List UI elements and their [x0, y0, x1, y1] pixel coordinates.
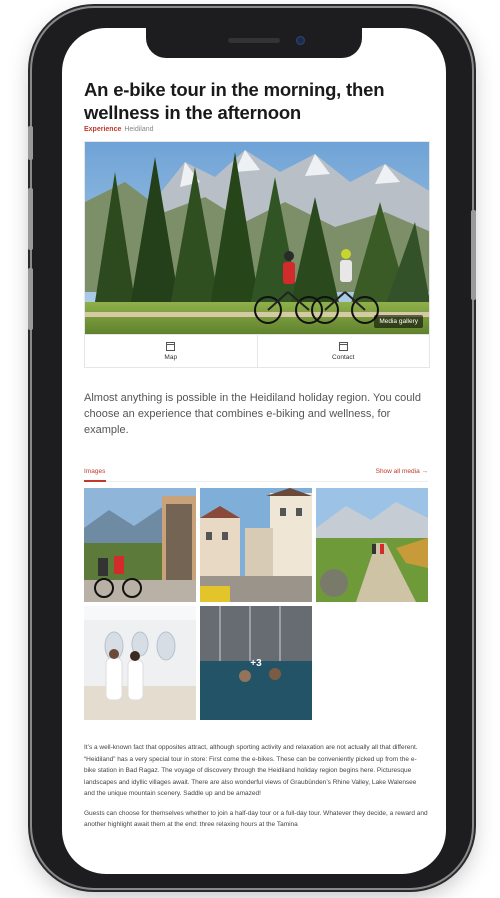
media-tabs: Images Show all media → [84, 468, 428, 482]
volume-down-button [28, 268, 33, 330]
article-content: An e-bike tour in the morning, then well… [84, 78, 434, 831]
notch [146, 28, 362, 58]
breadcrumb: Experience Heidiland [84, 126, 434, 133]
speaker-grille [228, 38, 280, 43]
gallery-image-4[interactable] [84, 606, 196, 720]
photo-spa-corridor [84, 606, 196, 720]
body-paragraph-1: It’s a well-known fact that opposites at… [84, 744, 418, 797]
show-all-media-link[interactable]: Show all media → [376, 468, 428, 475]
gallery-image-2[interactable] [200, 488, 312, 602]
title-line-1: An e-bike tour in the morning, then [84, 79, 385, 100]
body-paragraph-2: Guests can choose for themselves whether… [84, 809, 428, 829]
gallery-image-3[interactable] [316, 488, 428, 602]
tab-images[interactable]: Images [84, 468, 105, 475]
power-button [471, 210, 476, 300]
arrow-right-icon: → [421, 468, 429, 475]
gallery-image-5[interactable]: +3 [200, 606, 312, 720]
front-camera [296, 36, 305, 45]
phone-screen: An e-bike tour in the morning, then well… [62, 28, 446, 874]
gallery-image-1[interactable] [84, 488, 196, 602]
silent-switch [28, 126, 33, 160]
tab-active-indicator [84, 480, 106, 482]
more-images-count[interactable]: +3 [200, 606, 312, 720]
photo-vineyard-path [316, 488, 428, 602]
hero-image[interactable]: Media gallery [84, 141, 430, 335]
contact-button[interactable]: Contact [256, 335, 430, 367]
media-gallery-badge[interactable]: Media gallery [374, 315, 423, 328]
photo-cyclists-town [84, 488, 196, 602]
volume-up-button [28, 188, 33, 250]
show-all-media-label: Show all media [375, 468, 420, 475]
page-title: An e-bike tour in the morning, then well… [84, 78, 434, 124]
breadcrumb-experience[interactable]: Experience [84, 126, 121, 133]
action-bar: Map Contact [84, 335, 430, 368]
map-label: Map [164, 353, 178, 361]
map-button[interactable]: Map [85, 335, 257, 367]
contact-label: Contact [332, 353, 355, 361]
title-line-2: wellness in the afternoon [84, 102, 302, 123]
hero-photo [85, 142, 429, 334]
image-gallery: +3 [84, 488, 434, 720]
map-icon [166, 341, 176, 351]
breadcrumb-heidiland[interactable]: Heidiland [124, 126, 153, 133]
photo-village-square [200, 488, 312, 602]
contact-icon [338, 341, 348, 351]
article-body: It’s a well-known fact that opposites at… [84, 742, 428, 831]
intro-paragraph: Almost anything is possible in the Heidi… [84, 392, 421, 436]
